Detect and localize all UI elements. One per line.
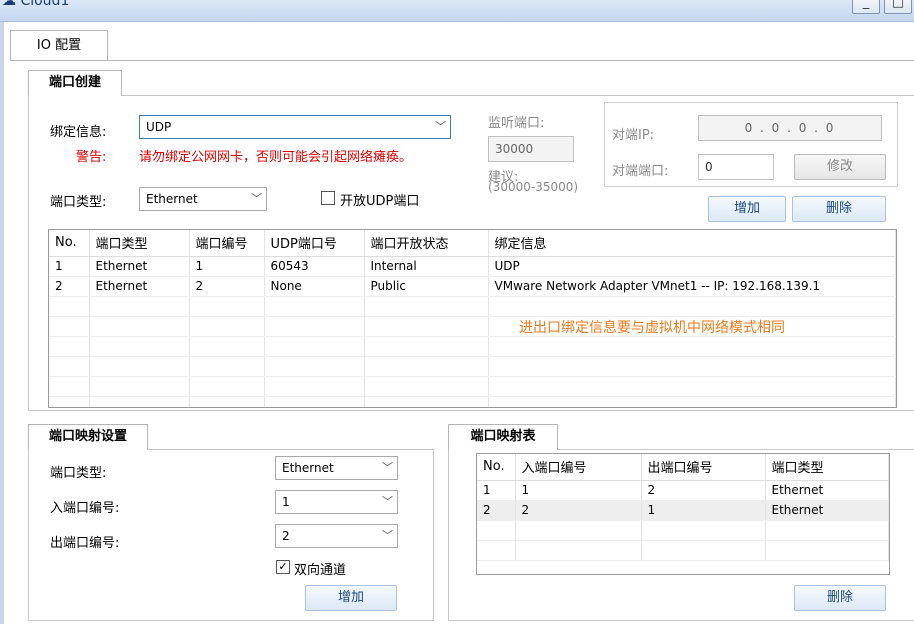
col-header-udp-port: UDP端口号 — [264, 230, 365, 257]
port-type-label: 端口类型: — [50, 195, 107, 210]
map-port-type-select[interactable]: Ethernet ﹀ — [275, 456, 398, 480]
cell-out-port: 2 — [641, 480, 766, 501]
cell-in-port: 1 — [515, 480, 642, 501]
cell-port-type: Ethernet — [89, 256, 190, 277]
cell-binding: UDP — [488, 256, 896, 277]
window-title-text: Cloud1 — [20, 0, 70, 9]
empty-row — [477, 520, 889, 541]
cell-no: 1 — [477, 480, 516, 501]
section-tab-port-create: 端口创建 — [28, 70, 122, 96]
table-row[interactable]: 1 Ethernet 1 60543 Internal UDP — [49, 256, 896, 277]
chevron-down-icon: ﹀ — [435, 120, 446, 133]
chevron-down-icon: ﹀ — [382, 461, 393, 474]
empty-row — [49, 396, 896, 407]
mapping-table: No. 入端口编号 出端口编号 端口类型 1 1 2 Ethernet 2 2 … — [476, 453, 890, 575]
minimize-button[interactable]: _ — [852, 0, 880, 14]
add-port-button[interactable]: 增加 — [708, 196, 786, 222]
cell-no: 1 — [49, 256, 90, 277]
col-header-port-type: 端口类型 — [89, 230, 190, 257]
binding-label: 绑定信息: — [50, 125, 107, 140]
cell-port-type: Ethernet — [765, 480, 889, 501]
delete-mapping-button[interactable]: 删除 — [794, 585, 886, 611]
map-port-type-label: 端口类型: — [50, 466, 107, 481]
title-bar: ☁ Cloud1 _ □ — [0, 0, 914, 22]
cell-in-port: 2 — [515, 500, 642, 521]
binding-select[interactable]: UDP ﹀ — [139, 115, 451, 139]
delete-port-button[interactable]: 删除 — [792, 196, 886, 222]
warning-text: 请勿绑定公网网卡，否则可能会引起网络瘫痪。 — [139, 150, 413, 165]
listen-port-label: 监听端口: — [488, 116, 545, 131]
table-row[interactable]: 1 1 2 Ethernet — [477, 480, 889, 501]
cell-open-state: Public — [364, 276, 489, 297]
empty-row — [49, 296, 896, 317]
empty-row — [49, 336, 896, 357]
peer-ip-label: 对端IP: — [612, 128, 655, 143]
table-header-row: No. 入端口编号 出端口编号 端口类型 — [477, 454, 889, 481]
col-header-no: No. — [49, 230, 90, 257]
suggest-range: (30000-35000) — [488, 180, 579, 194]
chevron-down-icon: ﹀ — [382, 529, 393, 542]
col-header-port-number: 端口编号 — [189, 230, 265, 257]
cell-port-number: 1 — [189, 256, 265, 277]
open-udp-checkbox[interactable] — [321, 191, 335, 205]
col-header-no: No. — [477, 454, 516, 481]
col-header-open-state: 端口开放状态 — [364, 230, 489, 257]
window-title: ☁ Cloud1 — [2, 0, 69, 9]
cell-no: 2 — [49, 276, 90, 297]
map-port-type-value: Ethernet — [282, 461, 334, 475]
cell-port-type: Ethernet — [765, 500, 889, 521]
cell-no: 2 — [477, 500, 516, 521]
col-header-port-type: 端口类型 — [765, 454, 889, 481]
table-row[interactable]: 2 Ethernet 2 None Public VMware Network … — [49, 276, 896, 297]
bidirectional-label: 双向通道 — [294, 563, 347, 578]
cell-udp-port: None — [264, 276, 365, 297]
section-tab-mapping-settings: 端口映射设置 — [28, 424, 148, 450]
modify-button[interactable]: 修改 — [794, 154, 886, 180]
cell-binding: VMware Network Adapter VMnet1 -- IP: 192… — [488, 276, 896, 297]
col-header-binding: 绑定信息 — [488, 230, 896, 257]
cell-open-state: Internal — [364, 256, 489, 277]
in-port-select[interactable]: 1 ﹀ — [275, 490, 398, 514]
cell-port-number: 2 — [189, 276, 265, 297]
add-mapping-button[interactable]: 增加 — [305, 585, 397, 611]
in-port-label: 入端口编号: — [50, 501, 120, 516]
table-row[interactable]: 2 2 1 Ethernet — [477, 500, 889, 521]
port-type-select[interactable]: Ethernet ﹀ — [139, 187, 267, 211]
empty-row — [49, 356, 896, 377]
bidirectional-checkbox[interactable]: ✓ — [276, 560, 290, 574]
in-port-value: 1 — [282, 495, 290, 509]
cell-udp-port: 60543 — [264, 256, 365, 277]
cell-port-type: Ethernet — [89, 276, 190, 297]
section-tab-mapping-table: 端口映射表 — [448, 424, 558, 450]
cell-out-port: 1 — [641, 500, 766, 521]
annotation-note: 进出口绑定信息要与虚拟机中网络模式相同 — [519, 320, 785, 336]
chevron-down-icon: ﹀ — [251, 192, 262, 205]
section-border-bottom — [28, 410, 914, 411]
peer-ip-input[interactable]: 0 . 0 . 0 . 0 — [698, 115, 882, 141]
empty-row — [49, 376, 896, 397]
out-port-label: 出端口编号: — [50, 536, 120, 551]
chevron-down-icon: ﹀ — [382, 495, 393, 508]
peer-port-label: 对端端口: — [612, 164, 669, 179]
port-type-select-value: Ethernet — [146, 192, 198, 206]
out-port-select[interactable]: 2 ﹀ — [275, 524, 398, 548]
warning-label: 警告: — [76, 150, 107, 165]
section-line — [122, 95, 914, 96]
maximize-button[interactable]: □ — [884, 0, 912, 14]
section-border-left — [28, 95, 29, 411]
tab-divider — [10, 60, 914, 61]
listen-port-input[interactable]: 30000 — [488, 136, 574, 162]
col-header-in-port: 入端口编号 — [515, 454, 642, 481]
peer-port-input[interactable]: 0 — [698, 154, 774, 180]
empty-row — [477, 540, 889, 561]
col-header-out-port: 出端口编号 — [641, 454, 766, 481]
binding-select-value: UDP — [146, 120, 172, 134]
table-header-row: No. 端口类型 端口编号 UDP端口号 端口开放状态 绑定信息 — [49, 230, 896, 257]
tab-io-config[interactable]: IO 配置 — [10, 30, 108, 61]
out-port-value: 2 — [282, 529, 290, 543]
cloud-icon: ☁ — [2, 0, 16, 9]
open-udp-label: 开放UDP端口 — [340, 194, 420, 209]
